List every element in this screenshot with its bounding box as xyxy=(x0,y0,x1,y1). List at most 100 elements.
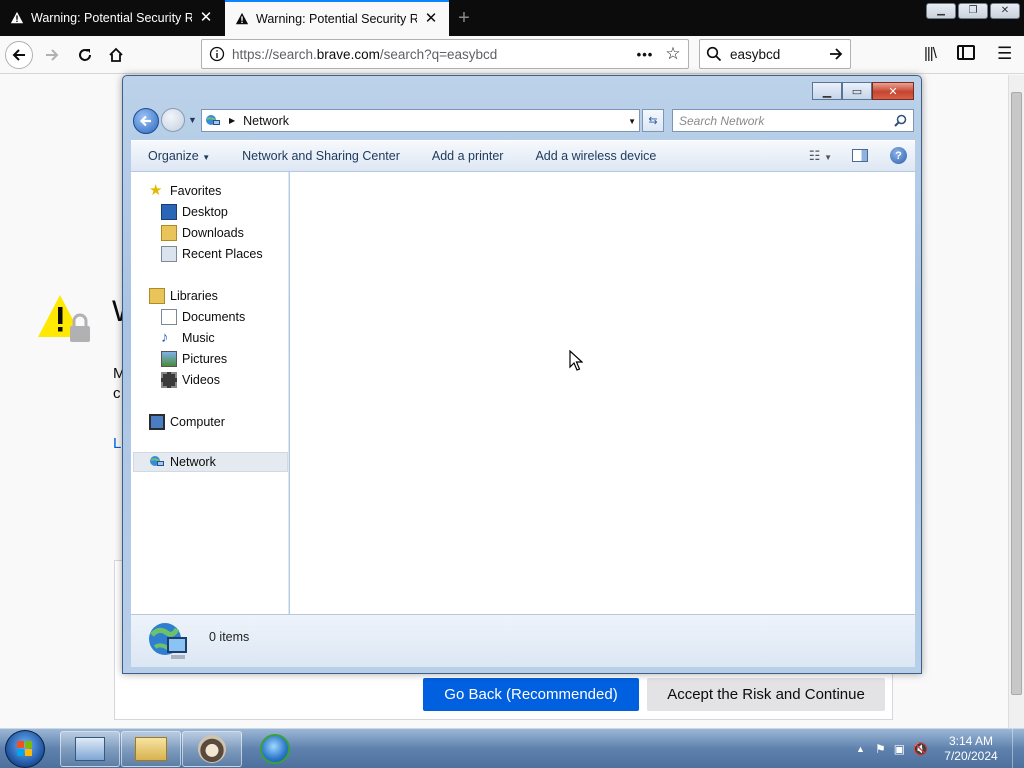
nav-item-recent-places[interactable]: Recent Places xyxy=(161,244,263,264)
address-row: ▼ ▶ Network ▼ ⇆ Search Network xyxy=(131,106,915,134)
organize-menu[interactable]: Organize ▼ xyxy=(131,149,225,163)
explorer-back-button[interactable] xyxy=(133,108,159,134)
breadcrumb-chevron-icon[interactable]: ▶ xyxy=(229,116,235,125)
tab-title: Warning: Potential Security Risk xyxy=(256,12,417,26)
taskbar-download-manager[interactable] xyxy=(255,732,295,766)
search-bar[interactable]: easybcd xyxy=(699,39,851,69)
downloads-folder-icon xyxy=(161,225,177,241)
nav-item-desktop[interactable]: Desktop xyxy=(161,202,228,222)
bookmark-star-icon[interactable]: ☆ xyxy=(658,44,688,64)
network-icon xyxy=(206,114,220,125)
close-button[interactable]: ✕ xyxy=(872,82,914,100)
search-input[interactable]: easybcd xyxy=(730,47,828,62)
close-tab-icon[interactable]: ✕ xyxy=(198,10,214,26)
view-options-icon[interactable]: ☷ ▼ xyxy=(809,148,832,164)
accept-risk-button[interactable]: Accept the Risk and Continue xyxy=(647,678,885,711)
window-caption-buttons: ▁ ▭ ✕ xyxy=(812,82,914,100)
home-button[interactable] xyxy=(102,41,130,69)
download-manager-icon xyxy=(260,734,290,764)
nav-item-videos[interactable]: Videos xyxy=(161,370,220,390)
refresh-button[interactable]: ⇆ xyxy=(642,109,664,132)
music-icon: ♪ xyxy=(161,329,169,346)
star-icon: ★ xyxy=(149,182,163,199)
preview-pane-icon[interactable] xyxy=(852,149,868,162)
tab-security-warning-1[interactable]: Warning: Potential Security Risk ✕ xyxy=(0,0,224,36)
nav-computer[interactable]: Computer xyxy=(149,412,225,432)
minimize-browser-button[interactable]: ▁ xyxy=(926,3,956,19)
start-button[interactable] xyxy=(5,730,45,768)
navigation-pane: ★ Favorites Desktop Downloads Recent Pla… xyxy=(131,172,289,614)
go-back-button[interactable]: Go Back (Recommended) xyxy=(423,678,639,711)
restore-browser-button[interactable]: ❐ xyxy=(958,3,988,19)
reload-button[interactable] xyxy=(71,41,99,69)
windows-logo-icon xyxy=(17,741,32,756)
network-sharing-center-button[interactable]: Network and Sharing Center xyxy=(225,149,415,163)
chevron-down-icon: ▼ xyxy=(202,153,211,162)
taskbar-control-panel[interactable] xyxy=(60,731,120,767)
library-icon[interactable]: |||\ xyxy=(924,45,937,62)
nav-item-downloads[interactable]: Downloads xyxy=(161,223,244,243)
taskbar-explorer[interactable] xyxy=(121,731,181,767)
scrollbar-thumb[interactable] xyxy=(1011,92,1022,695)
taskbar-easybcd[interactable] xyxy=(182,731,242,767)
sidebar-icon[interactable] xyxy=(957,45,975,60)
nav-favorites[interactable]: ★ Favorites xyxy=(149,181,221,201)
security-warning-icon xyxy=(38,295,90,342)
documents-icon xyxy=(161,309,177,325)
info-icon[interactable] xyxy=(202,46,232,62)
nav-libraries[interactable]: Libraries xyxy=(149,286,218,306)
nav-item-pictures[interactable]: Pictures xyxy=(161,349,227,369)
tab-security-warning-2[interactable]: Warning: Potential Security Risk ✕ xyxy=(225,0,449,36)
arrow-right-icon xyxy=(46,49,59,61)
recent-places-icon xyxy=(161,246,177,262)
back-button[interactable] xyxy=(5,41,33,69)
volume-muted-icon[interactable]: 🔇 xyxy=(913,742,928,756)
nav-network[interactable]: Network xyxy=(133,452,288,472)
url-text: https://search.brave.com/search?q=easybc… xyxy=(232,46,498,62)
show-hidden-icons-icon[interactable]: ▲ xyxy=(856,744,865,754)
close-tab-icon[interactable]: ✕ xyxy=(423,11,439,27)
help-icon[interactable]: ? xyxy=(890,147,907,164)
nav-item-documents[interactable]: Documents xyxy=(161,307,245,327)
explorer-window: ▁ ▭ ✕ ▼ ▶ Network ▼ ⇆ Search Network Org… xyxy=(122,75,922,674)
search-go-icon[interactable] xyxy=(828,46,844,62)
forward-button[interactable] xyxy=(38,41,66,69)
address-bar[interactable]: ▶ Network ▼ xyxy=(201,109,640,132)
search-network-input[interactable]: Search Network xyxy=(672,109,914,132)
nav-item-music[interactable]: ♪ Music xyxy=(161,328,215,348)
new-tab-icon[interactable]: + xyxy=(452,6,476,30)
raccoon-app-icon xyxy=(198,735,226,763)
home-icon xyxy=(109,47,123,62)
chevron-down-icon[interactable]: ▼ xyxy=(628,117,636,126)
page-actions-icon[interactable]: ••• xyxy=(632,47,658,62)
show-desktop-button[interactable] xyxy=(1012,729,1024,768)
network-tray-icon[interactable]: ▣ xyxy=(894,742,905,756)
close-browser-button[interactable]: ✕ xyxy=(990,3,1020,19)
videos-icon xyxy=(161,372,177,388)
search-icon xyxy=(706,46,722,62)
minimize-button[interactable]: ▁ xyxy=(812,82,842,100)
add-printer-button[interactable]: Add a printer xyxy=(415,149,519,163)
action-center-flag-icon[interactable]: ⚑ xyxy=(875,742,886,756)
control-panel-icon xyxy=(75,737,105,761)
menu-icon[interactable]: ☰ xyxy=(997,44,1012,64)
view-controls: ☷ ▼ ? xyxy=(809,147,907,164)
taskbar: ▲ ⚑ ▣ 🔇 3:14 AM 7/20/2024 xyxy=(0,728,1024,768)
search-icon xyxy=(894,114,907,127)
file-list-area[interactable] xyxy=(290,172,915,614)
command-bar: Organize ▼ Network and Sharing Center Ad… xyxy=(131,140,915,172)
mouse-cursor-icon xyxy=(569,350,583,371)
system-tray: ▲ ⚑ ▣ 🔇 3:14 AM 7/20/2024 xyxy=(856,729,1024,768)
computer-icon xyxy=(149,414,165,430)
page-link-fragment[interactable]: L xyxy=(113,435,121,452)
tab-title: Warning: Potential Security Risk xyxy=(31,11,192,25)
maximize-button[interactable]: ▭ xyxy=(842,82,872,100)
navigation-toolbar: https://search.brave.com/search?q=easybc… xyxy=(0,36,1024,74)
clock[interactable]: 3:14 AM 7/20/2024 xyxy=(936,734,1006,764)
explorer-forward-button[interactable] xyxy=(161,108,185,132)
breadcrumb[interactable]: Network xyxy=(243,114,289,128)
url-bar[interactable]: https://search.brave.com/search?q=easybc… xyxy=(201,39,689,69)
recent-pages-dropdown-icon[interactable]: ▼ xyxy=(188,115,197,125)
add-wireless-device-button[interactable]: Add a wireless device xyxy=(518,149,671,163)
page-scrollbar[interactable] xyxy=(1008,75,1024,728)
